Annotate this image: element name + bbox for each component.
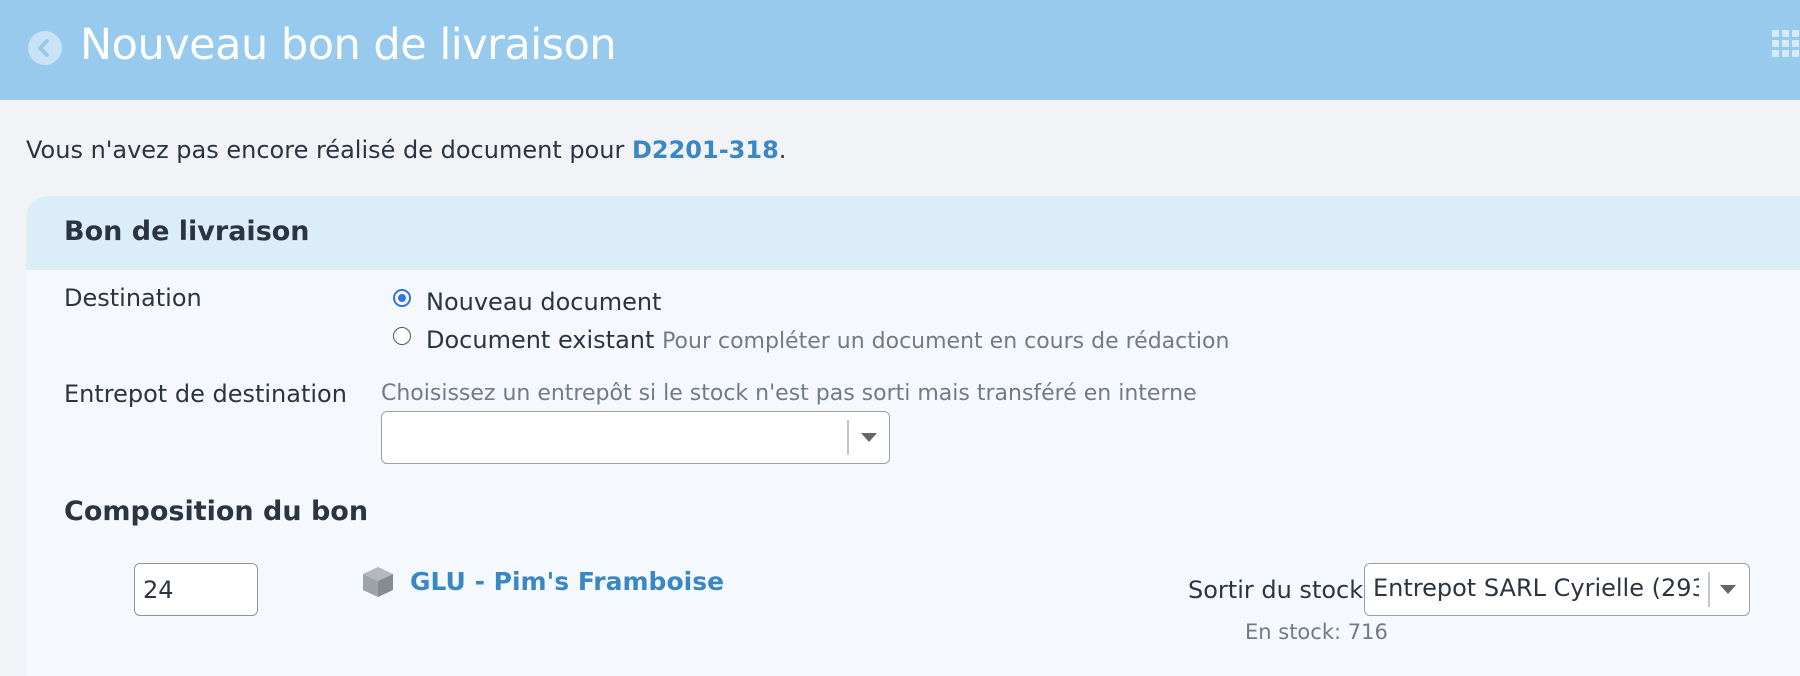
destination-label: Destination: [64, 284, 202, 312]
radio-new-document[interactable]: [393, 289, 411, 307]
composition-title: Composition du bon: [64, 496, 369, 527]
stock-available-text: En stock: 716: [1245, 620, 1388, 644]
stock-source-value: Entrepot SARL Cyrielle (293: [1373, 574, 1699, 602]
stock-source-label: Sortir du stock: [1188, 576, 1364, 604]
radio-existing-document[interactable]: [393, 327, 411, 345]
page-title: Nouveau bon de livraison: [80, 20, 617, 70]
warehouse-label: Entrepot de destination: [64, 380, 347, 408]
box-icon: [360, 565, 396, 603]
select-divider: [847, 420, 849, 455]
grid-apps-icon[interactable]: [1772, 30, 1800, 58]
warehouse-help-text: Choisissez un entrepôt si le stock n'est…: [381, 381, 1197, 406]
option-label: Nouveau document: [426, 288, 662, 316]
notice-text-end: .: [778, 136, 787, 164]
warehouse-select[interactable]: [381, 411, 890, 464]
stock-source-select[interactable]: Entrepot SARL Cyrielle (293: [1364, 563, 1750, 616]
option-existing-document-label[interactable]: Document existant Pour compléter un docu…: [426, 326, 1229, 354]
document-ref-link[interactable]: D2201-318: [632, 136, 779, 164]
option-hint: Pour compléter un document en cours de r…: [662, 329, 1230, 354]
product-link[interactable]: GLU - Pim's Framboise: [410, 567, 724, 596]
top-bar: Nouveau bon de livraison: [0, 0, 1800, 100]
chevron-down-icon: [1720, 585, 1736, 594]
card-title: Bon de livraison: [64, 216, 310, 247]
option-new-document-label[interactable]: Nouveau document: [426, 288, 661, 316]
notice-text: Vous n'avez pas encore réalisé de docume…: [26, 136, 632, 164]
chevron-down-icon: [861, 433, 877, 442]
quantity-input[interactable]: [134, 563, 258, 616]
notice-message: Vous n'avez pas encore réalisé de docume…: [26, 136, 786, 164]
back-arrow-circle-icon[interactable]: [28, 31, 62, 65]
option-label: Document existant: [426, 326, 655, 354]
select-divider: [1708, 572, 1710, 607]
card-header: Bon de livraison: [26, 196, 1800, 270]
